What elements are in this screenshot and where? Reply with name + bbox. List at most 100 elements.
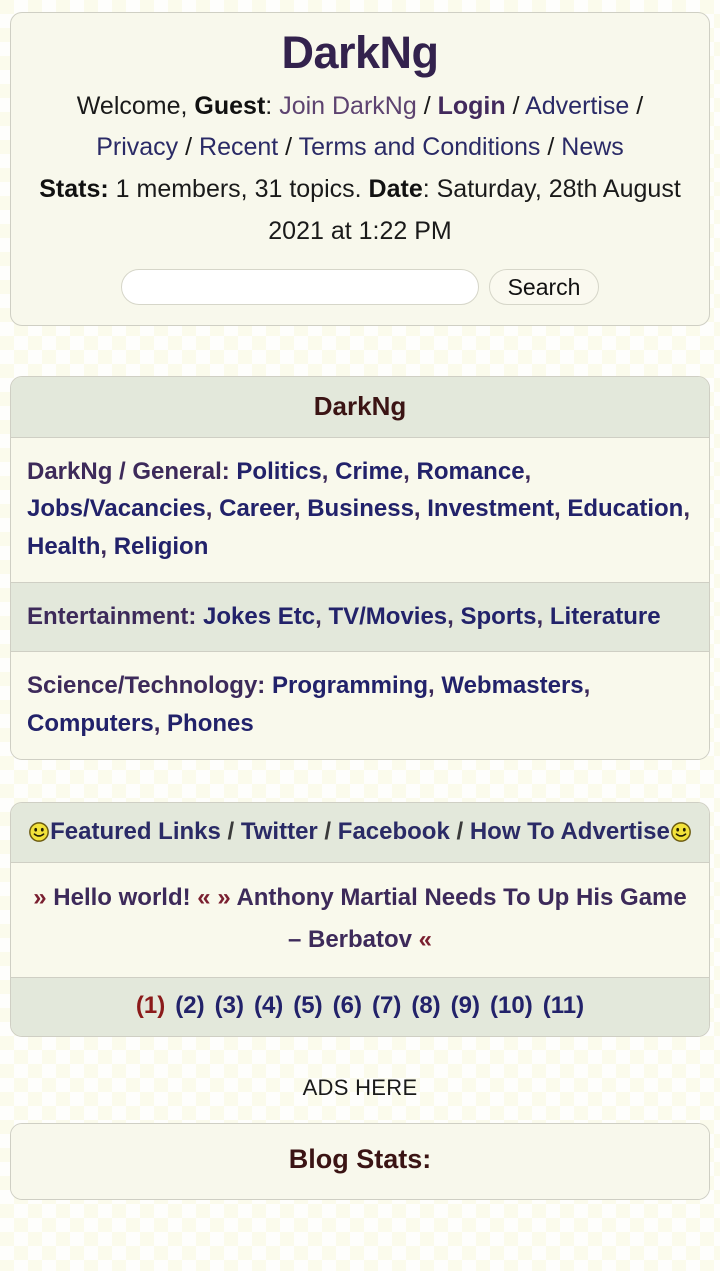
category-link[interactable]: Religion (114, 533, 209, 560)
category-link[interactable]: Education (567, 495, 683, 522)
category-link[interactable]: Phones (167, 710, 254, 737)
pagination-link[interactable]: (2) (175, 992, 204, 1019)
search-input[interactable] (120, 268, 479, 305)
category-comma: , (413, 495, 428, 523)
guest-label: Guest (194, 91, 266, 120)
featured-bar-link[interactable]: Facebook (338, 818, 450, 845)
pagination-link[interactable]: (8) (411, 992, 440, 1019)
category-rows: DarkNg / General: Politics, Crime, Roman… (11, 437, 709, 759)
category-link[interactable]: Career (219, 495, 294, 522)
pagination-link[interactable]: (9) (451, 992, 480, 1019)
category-nav-panel: DarkNg DarkNg / General: Politics, Crime… (10, 375, 710, 760)
search-row: Search (23, 268, 697, 305)
separator-6: / (540, 133, 562, 162)
pagination: (1) (2) (3) (4) (5) (6) (7) (8) (9) (10) (11) (11, 978, 709, 1037)
category-comma: , (428, 672, 442, 700)
separator-2: / (505, 91, 526, 120)
news-link[interactable]: News (561, 133, 624, 161)
category-link[interactable]: Computers (27, 710, 154, 737)
smiley-icon (28, 820, 50, 842)
header-nav-line: Privacy / Recent / Terms and Conditions … (23, 127, 697, 169)
welcome-colon: : (265, 91, 280, 120)
featured-bar-separator: / (449, 817, 470, 845)
featured-bar-link[interactable]: Twitter (241, 818, 318, 845)
category-link[interactable]: Business (307, 495, 414, 522)
category-comma: , (315, 602, 329, 630)
separator-1: / (416, 91, 438, 120)
category-comma: , (583, 672, 591, 700)
category-link[interactable]: Webmasters (441, 672, 583, 699)
category-link[interactable]: Crime (335, 458, 403, 485)
category-link[interactable]: Programming (272, 672, 428, 699)
featured-links-bar: Featured Links / Twitter / Facebook / Ho… (11, 802, 709, 864)
smiley-icon-2 (670, 820, 692, 842)
category-panel-title: DarkNg (11, 376, 709, 438)
category-link[interactable]: Politics (236, 458, 321, 485)
stats-line: Stats: 1 members, 31 topics. Date: Satur… (23, 169, 697, 253)
pagination-link[interactable]: (4) (254, 992, 283, 1019)
featured-bar-link[interactable]: How To Advertise (470, 818, 670, 845)
category-row: DarkNg / General: Politics, Crime, Roman… (11, 437, 709, 583)
advertise-link[interactable]: Advertise (525, 92, 629, 120)
category-comma: , (536, 602, 550, 630)
category-comma: , (683, 495, 690, 523)
featured-bar-separator: / (317, 817, 338, 845)
separator-5: / (278, 133, 299, 162)
category-link[interactable]: Sports (461, 603, 537, 630)
pagination-link[interactable]: (10) (490, 992, 533, 1019)
pagination-link[interactable]: (7) (372, 992, 401, 1019)
join-link[interactable]: Join DarkNg (279, 92, 417, 120)
post-chevron-close: « (190, 884, 218, 912)
page-title: DarkNg (281, 27, 439, 78)
category-group-label: Entertainment (27, 602, 189, 630)
privacy-link[interactable]: Privacy (96, 133, 178, 161)
login-link[interactable]: Login (438, 92, 506, 120)
post-chevron-open: » (217, 884, 237, 912)
category-comma: , (293, 495, 308, 523)
category-colon: : (257, 672, 272, 700)
date-label: Date (368, 175, 423, 204)
category-link[interactable]: Jobs/Vacancies (27, 495, 206, 522)
featured-post-link[interactable]: Anthony Martial Needs To Up His Game – B… (236, 884, 686, 953)
category-link[interactable]: TV/Movies (328, 603, 447, 630)
pagination-link[interactable]: (11) (543, 992, 584, 1019)
category-comma: , (524, 457, 532, 485)
category-colon: : (188, 602, 204, 630)
category-link[interactable]: Health (27, 533, 100, 560)
category-row: Science/Technology: Programming, Webmast… (11, 652, 709, 759)
category-row: Entertainment: Jokes Etc, TV/Movies, Spo… (11, 582, 709, 653)
category-link[interactable]: Investment (427, 495, 554, 522)
stats-label: Stats: (39, 175, 109, 204)
separator-3: / (629, 91, 644, 120)
category-group-label: Science/Technology (27, 672, 258, 700)
category-comma: , (100, 532, 114, 560)
blog-stats-title: Blog Stats: (11, 1124, 709, 1200)
page-root: DarkNg Welcome, Guest: Join DarkNg / Log… (0, 12, 720, 1201)
recent-link[interactable]: Recent (199, 133, 278, 161)
featured-bar-link[interactable]: Featured Links (50, 818, 221, 845)
post-chevron-close: « (412, 926, 433, 954)
category-comma: , (321, 457, 336, 485)
category-link[interactable]: Literature (550, 603, 661, 630)
category-colon: : (221, 457, 237, 485)
category-comma: , (447, 602, 461, 630)
site-header-panel: DarkNg Welcome, Guest: Join DarkNg / Log… (10, 12, 710, 326)
welcome-prefix: Welcome, (76, 91, 195, 120)
post-chevron-open: » (33, 884, 54, 912)
category-link[interactable]: Jokes Etc (203, 603, 315, 630)
blog-stats-panel: Blog Stats: (10, 1123, 710, 1201)
category-group-label: DarkNg / General (27, 457, 222, 485)
search-button[interactable]: Search (488, 268, 600, 305)
separator-4: / (178, 133, 200, 162)
category-link[interactable]: Romance (417, 458, 525, 485)
category-comma: , (403, 457, 417, 485)
pagination-link[interactable]: (3) (215, 992, 244, 1019)
stats-value: 1 members, 31 topics. (108, 175, 369, 204)
category-comma: , (153, 709, 168, 737)
terms-link[interactable]: Terms and Conditions (299, 133, 541, 161)
featured-post-link[interactable]: Hello world! (53, 884, 190, 911)
pagination-link[interactable]: (1) (136, 992, 165, 1019)
ads-placeholder: ADS HERE (302, 1075, 418, 1101)
pagination-link[interactable]: (6) (333, 992, 362, 1019)
pagination-link[interactable]: (5) (293, 992, 322, 1019)
